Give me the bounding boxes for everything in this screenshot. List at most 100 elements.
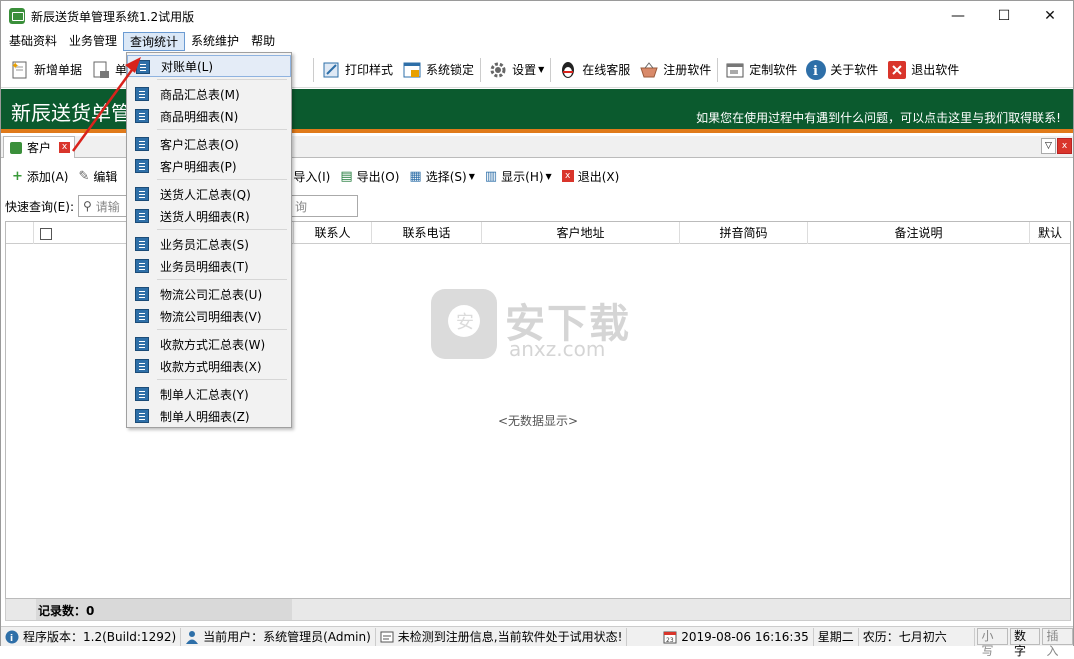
menu-basic-data[interactable]: 基础资料 [3, 32, 63, 51]
col-default[interactable]: 默认 [1030, 222, 1070, 244]
menu-item-creator-summary[interactable]: 制单人汇总表(Y) [127, 383, 291, 405]
banner-title: 新辰送货单管 [11, 101, 131, 125]
quit-button[interactable]: x 退出(X) [557, 165, 625, 187]
tab-customer[interactable]: 客户 x [3, 136, 75, 158]
status-registration: 未检测到注册信息,当前软件处于试用状态! [376, 627, 628, 646]
print-style-label: 打印样式 [345, 63, 394, 77]
menu-separator [157, 129, 287, 130]
col-remarks[interactable]: 备注说明 [808, 222, 1030, 244]
menu-item-customer-summary[interactable]: 客户汇总表(O) [127, 133, 291, 155]
col-phone[interactable]: 联系电话 [372, 222, 482, 244]
menu-query-stats[interactable]: 查询统计 [123, 32, 186, 51]
search-placeholder-suffix: 询 [294, 199, 307, 214]
display-button[interactable]: ▥ 显示(H) ▼ [480, 165, 557, 187]
maximize-button[interactable]: ☐ [981, 1, 1027, 31]
menu-item-label: 业务员汇总表(S) [160, 237, 249, 252]
edit-button[interactable]: ✎ 编辑 [73, 165, 122, 187]
menu-separator [157, 79, 287, 80]
status-weekday: 星期二 [814, 627, 859, 646]
menu-item-label: 收款方式汇总表(W) [160, 337, 266, 352]
menu-item-deliverer-summary[interactable]: 送货人汇总表(Q) [127, 183, 291, 205]
custom-software-button[interactable]: 定制软件 [720, 55, 801, 85]
col-contact[interactable]: 联系人 [294, 222, 372, 244]
select-all-checkbox[interactable] [40, 227, 52, 240]
add-label: 添加(A) [26, 169, 69, 184]
menu-item-label: 客户明细表(P) [160, 159, 237, 174]
notice-icon [380, 630, 394, 644]
menu-item-deliverer-detail[interactable]: 送货人明细表(R) [127, 205, 291, 227]
custom-window-icon [724, 59, 746, 81]
close-all-tabs-icon[interactable]: x [1057, 138, 1072, 154]
export-button[interactable]: ▤ 导出(O) [335, 165, 404, 187]
menu-separator [157, 379, 287, 380]
report-icon [135, 359, 149, 373]
menu-separator [157, 179, 287, 180]
about-button[interactable]: i 关于软件 [801, 55, 882, 85]
menu-item-label: 对账单(L) [161, 59, 214, 74]
status-user: 当前用户：系统管理员(Admin) [181, 627, 376, 646]
tab-close-icon[interactable]: x [59, 142, 71, 153]
menu-item-salesman-detail[interactable]: 业务员明细表(T) [127, 255, 291, 277]
select-button[interactable]: ▦ 选择(S) ▼ [404, 165, 479, 187]
doc-lock-button[interactable]: 单 [86, 55, 131, 85]
menu-item-logistics-summary[interactable]: 物流公司汇总表(U) [127, 283, 291, 305]
register-button[interactable]: 注册软件 [634, 55, 715, 85]
contact-link[interactable]: 如果您在使用过程中有遇到什么问题，可以点击这里与我们取得联系! [696, 109, 1061, 126]
report-icon [135, 259, 149, 273]
menu-item-salesman-summary[interactable]: 业务员汇总表(S) [127, 233, 291, 255]
report-icon [135, 287, 149, 301]
exit-software-label: 退出软件 [911, 63, 960, 77]
datetime-text: 2019-08-06 16:16:35 [681, 629, 809, 644]
register-basket-icon [638, 59, 660, 81]
minimize-button[interactable]: — [935, 1, 981, 31]
status-version: i 程序版本：1.2(Build:1292) [1, 627, 182, 646]
menu-item-goods-summary[interactable]: 商品汇总表(M) [127, 83, 291, 105]
menu-item-label: 物流公司汇总表(U) [160, 287, 263, 302]
qq-icon [557, 59, 579, 81]
menu-business[interactable]: 业务管理 [63, 32, 123, 51]
exit-icon [886, 59, 908, 81]
menu-item-logistics-detail[interactable]: 物流公司明细表(V) [127, 305, 291, 327]
menu-item-creator-detail[interactable]: 制单人明细表(Z) [127, 405, 291, 427]
doc-lock-icon [90, 59, 112, 81]
menu-item-payment-summary[interactable]: 收款方式汇总表(W) [127, 333, 291, 355]
toolbar-separator [313, 57, 315, 82]
quick-search-label: 快速查询(E): [5, 199, 74, 214]
print-style-button[interactable]: 打印样式 [316, 55, 397, 85]
add-button[interactable]: + 添加(A) [7, 165, 73, 187]
menu-item-goods-detail[interactable]: 商品明细表(N) [127, 105, 291, 127]
tab-list-chevron-icon[interactable]: ▽ [1041, 138, 1056, 154]
report-icon [135, 409, 149, 423]
app-truck-icon [9, 8, 25, 24]
menu-item-payment-detail[interactable]: 收款方式明细表(X) [127, 355, 291, 377]
menu-item-label: 收款方式明细表(X) [160, 359, 262, 374]
watermark: 安 安下载 anxz.com [429, 281, 649, 361]
columns-icon: ▥ [484, 168, 498, 184]
exit-software-button[interactable]: 退出软件 [882, 55, 963, 85]
menu-item-statement[interactable]: 对账单(L) [127, 55, 291, 77]
caps-lock-indicator: 小写 [977, 628, 1008, 658]
settings-button[interactable]: 设置 ▼ [483, 55, 548, 85]
col-address[interactable]: 客户地址 [482, 222, 680, 244]
online-service-button[interactable]: 在线客服 [553, 55, 634, 85]
system-lock-button[interactable]: 系统锁定 [397, 55, 478, 85]
import-button[interactable]: 导入(I) [288, 165, 335, 187]
menu-item-customer-detail[interactable]: 客户明细表(P) [127, 155, 291, 177]
registration-text: 未检测到注册信息,当前软件处于试用状态! [397, 630, 623, 644]
col-pinyin[interactable]: 拼音简码 [680, 222, 808, 244]
select-label: 选择(S) [425, 169, 467, 184]
menu-help[interactable]: 帮助 [245, 32, 281, 51]
menu-system[interactable]: 系统维护 [185, 32, 245, 51]
system-lock-label: 系统锁定 [426, 63, 475, 77]
svg-text:23: 23 [666, 637, 674, 644]
menu-item-label: 物流公司明细表(V) [160, 309, 262, 324]
new-doc-button[interactable]: ✦ 新增单据 [5, 55, 86, 85]
report-icon [135, 109, 149, 123]
gear-icon [487, 59, 509, 81]
version-text: 程序版本：1.2(Build:1292) [23, 630, 177, 644]
close-button[interactable]: ✕ [1027, 1, 1073, 31]
record-count: 记录数：0 [38, 604, 95, 618]
info-icon: i [805, 59, 827, 81]
report-icon [135, 187, 149, 201]
title-bar: 新辰送货单管理系统1.2试用版 — ☐ ✕ [1, 1, 1073, 31]
